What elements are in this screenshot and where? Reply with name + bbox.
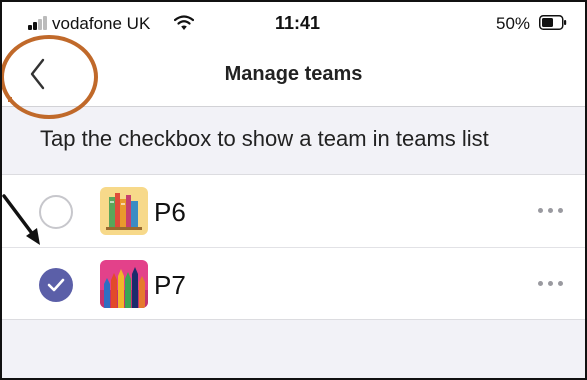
more-options-p7[interactable] <box>538 280 564 288</box>
checkmark-icon <box>47 278 65 292</box>
status-bar: vodafone UK 11:41 50% <box>2 2 585 42</box>
books-icon <box>106 193 142 230</box>
wifi-icon <box>174 15 194 30</box>
team-avatar-p7 <box>100 260 148 308</box>
more-options-p6[interactable] <box>538 207 564 215</box>
team-row-p6[interactable]: P6 <box>2 175 585 248</box>
instruction-text: Tap the checkbox to show a team in teams… <box>40 126 489 151</box>
pencils-icon <box>100 267 148 308</box>
battery-percent: 50% <box>496 14 531 33</box>
signal-icon <box>28 16 48 30</box>
page-title: Manage teams <box>224 63 363 85</box>
team-checkbox-p7[interactable] <box>39 268 73 302</box>
phone-screen: vodafone UK 11:41 50% Manage teams Tap t… <box>0 0 587 380</box>
battery-icon <box>539 15 567 30</box>
team-name-p7: P7 <box>154 270 186 300</box>
clock-time: 11:41 <box>275 13 321 33</box>
team-avatar-p6 <box>100 187 148 235</box>
annotation-mark <box>8 97 12 102</box>
navigation-bar: Manage teams <box>2 42 585 107</box>
carrier-name: vodafone UK <box>52 14 151 33</box>
team-row-p7[interactable]: P7 <box>2 248 585 320</box>
team-checkbox-p6[interactable] <box>39 195 73 229</box>
team-list: P6 P7 <box>2 174 585 320</box>
team-name-p6: P6 <box>154 197 186 227</box>
